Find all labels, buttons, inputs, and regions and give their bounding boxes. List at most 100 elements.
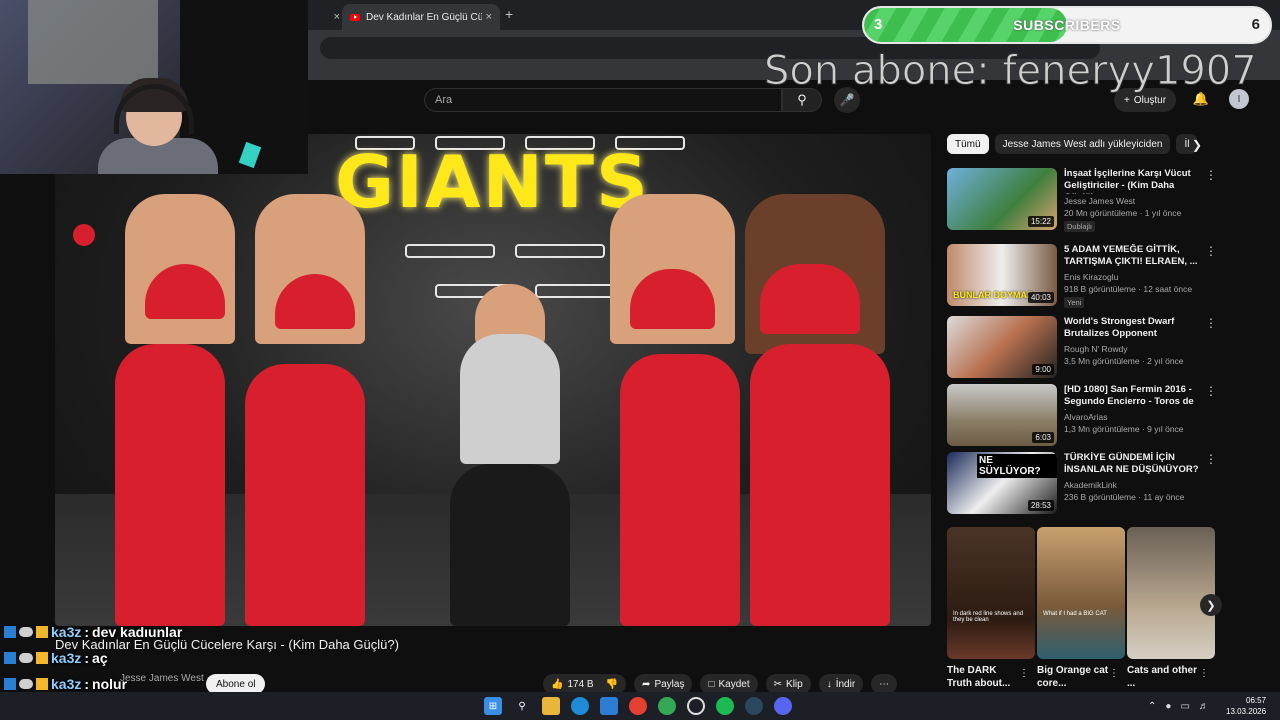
short-title[interactable]: The DARK Truth about...: [947, 664, 1022, 690]
video-player[interactable]: GIANTS: [55, 134, 931, 626]
person-1-legs: [115, 344, 225, 626]
new-badge: Yeni: [1064, 297, 1085, 308]
more-options-icon[interactable]: ⋮: [1109, 668, 1119, 679]
obs-icon[interactable]: [687, 697, 705, 715]
microphone-icon[interactable]: ●: [1165, 701, 1171, 712]
chat-text: dev kadıunlar: [92, 624, 183, 640]
download-label: İndir: [835, 678, 856, 690]
subscriber-goal-bar: 3 SUBSCRIBERS 6: [862, 6, 1272, 44]
browser-tab-active[interactable]: Dev Kadınlar En Güçlü Cücelere ×: [342, 4, 500, 30]
recommendation-channel: AkademikLink: [1064, 480, 1117, 490]
search-input[interactable]: Ara: [424, 88, 782, 112]
share-label: Paylaş: [654, 678, 685, 690]
thumbs-up-icon: 👍: [551, 678, 564, 690]
video-actions: 👍 174 B 👎 ➦ Paylaş □ Kaydet ✂ Klip ↓ İndir ⋯: [543, 674, 898, 694]
video-thumbnail: 15:22: [947, 168, 1057, 230]
badge-icon: [36, 626, 48, 638]
network-icon[interactable]: ▭: [1180, 701, 1189, 712]
more-options-icon[interactable]: ⋮: [1019, 668, 1029, 679]
store-icon[interactable]: [600, 697, 618, 715]
short-item[interactable]: In dark red line shows and they be clean: [947, 527, 1035, 659]
spotify-icon[interactable]: [716, 697, 734, 715]
short-title[interactable]: Big Orange cat core...: [1037, 664, 1112, 690]
search-icon[interactable]: ⚲: [513, 697, 531, 715]
filter-chips: Tümü Jesse James West adlı yükleyiciden …: [947, 134, 1207, 156]
start-icon[interactable]: ⊞: [484, 697, 502, 715]
goal-label: SUBSCRIBERS: [1013, 17, 1121, 33]
chrome-icon[interactable]: [629, 697, 647, 715]
clip-label: Klip: [786, 678, 803, 690]
duration-badge: 28:53: [1027, 500, 1054, 511]
search-icon: ⚲: [797, 92, 807, 107]
share-icon: ➦: [642, 678, 651, 690]
chevron-right-icon[interactable]: ❯: [1192, 138, 1202, 152]
recommendation-meta: 918 B görüntüleme · 12 saat önce: [1064, 284, 1193, 294]
person-3-legs: [245, 364, 365, 626]
more-options-icon[interactable]: ⋮: [1199, 668, 1209, 679]
chat-user: ka3z: [51, 676, 82, 692]
chip-all[interactable]: Tümü: [947, 134, 989, 154]
chrome-profile-icon[interactable]: [658, 697, 676, 715]
video-thumbnail: NE SÜYLÜYOR? 28:53: [947, 452, 1057, 514]
recommendation-item[interactable]: 15:22 İnşaat İşçilerine Karşı Vücut Geli…: [947, 168, 1217, 232]
more-actions-button[interactable]: ⋯: [871, 674, 898, 694]
dislike-icon[interactable]: 👎: [606, 679, 618, 690]
youtube-icon: [350, 13, 360, 21]
file-explorer-icon[interactable]: [542, 697, 560, 715]
volume-icon[interactable]: ♬: [1199, 701, 1209, 712]
ceiling-light: [535, 284, 615, 298]
chat-user: ka3z: [51, 624, 82, 640]
badge-icon: [4, 652, 16, 664]
chat-message: ka3z:aç: [4, 645, 304, 671]
short-title[interactable]: Cats and other ...: [1127, 664, 1202, 690]
microphone-icon: 🎤: [839, 93, 855, 107]
new-tab-button[interactable]: +: [505, 6, 513, 22]
recommendation-channel: Enis Kirazoglu: [1064, 272, 1119, 282]
clip-button[interactable]: ✂ Klip: [765, 674, 811, 694]
recommendation-meta: 1,3 Mn görüntüleme · 9 yıl önce: [1064, 424, 1184, 434]
edge-icon[interactable]: [571, 697, 589, 715]
windows-taskbar: ⊞ ⚲ ⌃ ● ▭ ♬ 06:57 13.03.2026: [0, 692, 1280, 720]
last-subscriber-text: Son abone: feneryy1907: [764, 48, 1258, 95]
bookmark-icon: □: [708, 678, 715, 690]
shorts-shelf: In dark red line shows and they be clean…: [947, 527, 1217, 659]
save-button[interactable]: □ Kaydet: [700, 674, 758, 694]
download-button[interactable]: ↓ İndir: [818, 674, 864, 694]
more-options-icon[interactable]: ⋮: [1205, 452, 1217, 466]
steam-icon[interactable]: [745, 697, 763, 715]
chevron-right-icon: ❯: [1206, 599, 1216, 612]
short-item[interactable]: [1127, 527, 1215, 659]
short-overlay-text: In dark red line shows and they be clean: [953, 611, 1024, 623]
recommendation-item[interactable]: NE SÜYLÜYOR? 28:53 TÜRKİYE GÜNDEMİ İÇİN …: [947, 452, 1217, 516]
badge-icon: [36, 652, 48, 664]
recommendation-item[interactable]: 9:00 World's Strongest Dwarf Brutalizes …: [947, 316, 1217, 380]
recommendation-title: TÜRKİYE GÜNDEMİ İÇİN İNSANLAR NE DÜŞÜNÜY…: [1064, 452, 1199, 478]
thumbnail-title: GIANTS: [335, 140, 650, 224]
close-icon[interactable]: ×: [486, 11, 492, 23]
clock-time: 06:57: [1246, 696, 1267, 705]
share-button[interactable]: ➦ Paylaş: [634, 674, 693, 694]
clock[interactable]: 06:57 13.03.2026: [1226, 695, 1266, 717]
chip-uploader[interactable]: Jesse James West adlı yükleyiciden: [994, 134, 1171, 154]
duration-badge: 9:00: [1032, 364, 1054, 375]
recommendation-item[interactable]: BUNLAR DOYMAZ 40:03 5 ADAM YEMEĞE GİTTİK…: [947, 244, 1217, 308]
goal-target: 6: [1251, 16, 1260, 33]
more-options-icon[interactable]: ⋮: [1205, 168, 1217, 182]
discord-icon[interactable]: [774, 697, 792, 715]
recommendation-title: World's Strongest Dwarf Brutalizes Oppon…: [1064, 316, 1175, 339]
ceiling-light: [515, 244, 605, 258]
like-button[interactable]: 👍 174 B 👎: [543, 674, 627, 694]
person-center-pants: [450, 464, 570, 626]
more-options-icon[interactable]: ⋮: [1205, 316, 1217, 330]
more-options-icon[interactable]: ⋮: [1205, 384, 1217, 398]
create-label: Oluştur: [1133, 94, 1167, 106]
close-icon[interactable]: ×: [334, 11, 340, 23]
short-item[interactable]: What if I had a BIG CAT: [1037, 527, 1125, 659]
person-5-legs: [750, 344, 890, 626]
more-icon: ⋯: [879, 678, 890, 690]
more-options-icon[interactable]: ⋮: [1205, 244, 1217, 258]
recommendation-item[interactable]: 6:03 [HD 1080] San Fermin 2016 - Segundo…: [947, 384, 1217, 448]
recommendation-title: [HD 1080] San Fermin 2016 - Segundo Enci…: [1064, 384, 1194, 410]
shorts-next-button[interactable]: ❯: [1200, 594, 1222, 616]
chevron-up-icon[interactable]: ⌃: [1148, 701, 1156, 712]
